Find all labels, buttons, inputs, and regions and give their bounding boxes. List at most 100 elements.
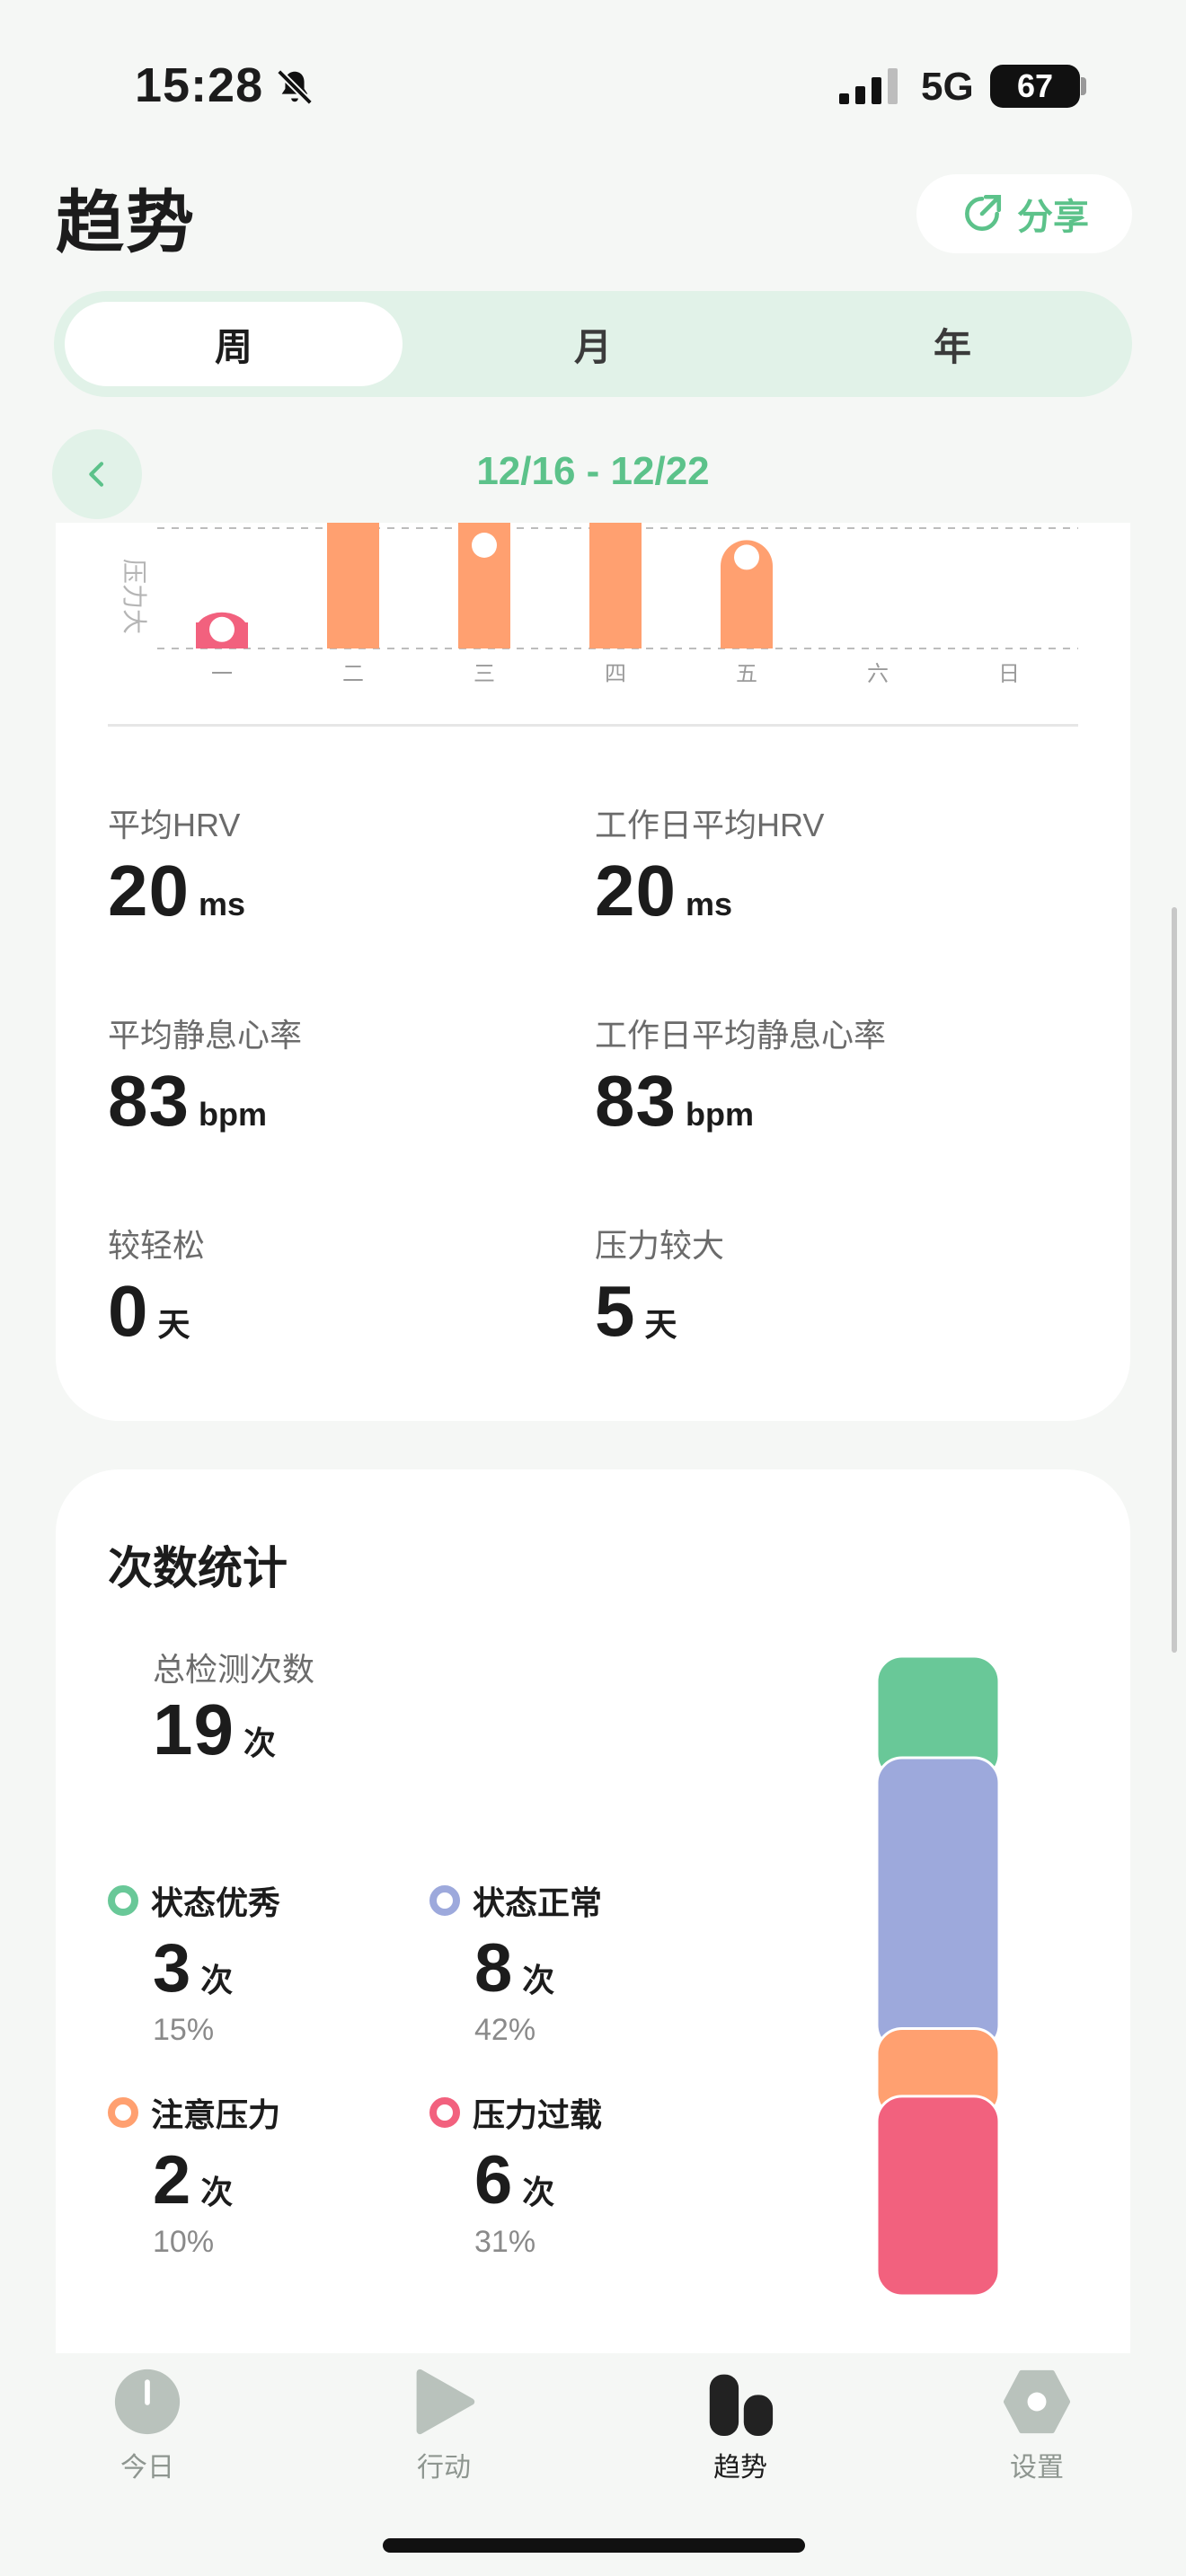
category-value: 2 (153, 2142, 192, 2219)
chart-bar-base (458, 622, 510, 648)
stat-unit: 天 (644, 1306, 677, 1343)
count-stats-title: 次数统计 (108, 1543, 288, 1593)
category-attention: 注意压力 2次 10% (108, 2089, 280, 2260)
stack-segment (875, 2095, 1001, 2298)
battery-level: 67 (1016, 67, 1054, 104)
status-dot-icon (108, 1885, 138, 1916)
relaxed-days-stat: 较轻松 0天 (108, 1220, 205, 1353)
x-tick-label: 五 (736, 662, 757, 686)
stressed-days-stat: 压力较大 5天 (595, 1220, 724, 1353)
bar-chart-icon (709, 2374, 774, 2436)
date-range: 12/16 - 12/22 (476, 449, 710, 493)
gear-icon (1003, 2369, 1071, 2434)
chart-marker (209, 616, 235, 642)
stat-value: 83 (595, 1061, 677, 1141)
total-count-value: 19 (153, 1689, 235, 1769)
divider (108, 724, 1078, 727)
category-value: 3 (153, 1930, 192, 2007)
stat-label: 平均静息心率 (108, 1017, 303, 1054)
previous-week-button[interactable] (52, 429, 142, 519)
category-percent: 15% (153, 2013, 215, 2047)
stat-value: 20 (108, 851, 190, 931)
total-count-unit: 次 (243, 1725, 276, 1761)
nav-settings[interactable]: 设置 (965, 2368, 1109, 2484)
stat-label: 压力较大 (595, 1227, 725, 1264)
share-icon (965, 194, 1002, 231)
chart-bar-base (327, 622, 379, 648)
status-dot-icon (429, 2097, 460, 2128)
share-button[interactable]: 分享 (916, 174, 1132, 253)
stat-value: 83 (108, 1061, 190, 1141)
category-percent: 31% (474, 2225, 536, 2259)
network-type: 5G (921, 65, 974, 109)
workday-avg-resting-hr-stat: 工作日平均静息心率 83 bpm (595, 1010, 886, 1142)
category-label: 状态正常 (473, 1884, 603, 1921)
bell-muted-icon (277, 69, 313, 105)
stat-label: 工作日平均HRV (595, 807, 825, 843)
tab-month[interactable]: 月 (424, 302, 762, 386)
category-percent: 42% (474, 2013, 536, 2047)
x-tick-label: 一 (211, 662, 233, 686)
nav-today[interactable]: 今日 (75, 2368, 219, 2484)
avg-hrv-stat: 平均HRV 20 ms (108, 799, 245, 932)
x-tick-label: 六 (867, 662, 889, 686)
category-percent: 10% (153, 2225, 215, 2259)
x-tick-label: 三 (474, 662, 495, 686)
stat-unit: ms (198, 886, 246, 922)
page-title: 趋势 (56, 185, 196, 261)
nav-label: 设置 (1010, 2453, 1064, 2483)
x-tick-label: 四 (605, 662, 626, 686)
tab-week[interactable]: 周 (65, 302, 403, 386)
chevron-left-icon (89, 462, 104, 487)
category-label: 压力过载 (473, 2096, 603, 2133)
signal-icon (839, 68, 898, 104)
category-normal: 状态正常 8次 42% (429, 1877, 602, 2048)
stat-value: 0 (108, 1271, 149, 1351)
count-stacked-bar (875, 1656, 1001, 2298)
status-time: 15:28 (135, 58, 264, 112)
nav-label: 趋势 (713, 2453, 767, 2483)
category-overload: 压力过载 6次 31% (429, 2089, 602, 2260)
category-unit: 次 (522, 1962, 555, 1998)
category-unit: 次 (200, 2174, 234, 2210)
category-excellent: 状态优秀 3次 15% (108, 1877, 280, 2048)
stat-value: 20 (595, 851, 677, 931)
status-dot-icon (108, 2097, 138, 2128)
chart-bar-base (721, 622, 773, 648)
stat-unit: 天 (157, 1306, 190, 1343)
y-axis-label: 压力大 (120, 559, 148, 634)
play-icon (416, 2369, 475, 2435)
chart-marker (734, 544, 759, 570)
stat-label: 较轻松 (108, 1227, 206, 1264)
chart-marker (472, 533, 497, 558)
tab-year[interactable]: 年 (783, 302, 1121, 386)
status-dot-icon (429, 1885, 460, 1916)
category-value: 6 (474, 2142, 514, 2219)
stat-value: 5 (595, 1271, 636, 1351)
nav-action[interactable]: 行动 (372, 2368, 516, 2484)
home-indicator (383, 2538, 805, 2553)
nav-label: 今日 (120, 2453, 174, 2483)
category-unit: 次 (522, 2174, 555, 2210)
nav-trends[interactable]: 趋势 (668, 2368, 812, 2484)
stat-label: 工作日平均静息心率 (595, 1017, 887, 1054)
stat-unit: bpm (198, 1096, 267, 1133)
total-count-label: 总检测次数 (153, 1651, 315, 1688)
category-value: 8 (474, 1930, 514, 2007)
scrollbar[interactable] (1172, 907, 1177, 1653)
category-label: 注意压力 (151, 2096, 281, 2133)
stack-segment (875, 1756, 1001, 2052)
category-unit: 次 (200, 1962, 234, 1998)
stress-bar-chart: 压力大一 二 三 四 五 六 日 (120, 523, 1078, 686)
battery-indicator: 67 (990, 65, 1080, 108)
category-label: 状态优秀 (151, 1884, 281, 1921)
total-count: 19 次 (153, 1689, 276, 1771)
x-tick-label: 日 (998, 662, 1020, 686)
avg-resting-hr-stat: 平均静息心率 83 bpm (108, 1010, 302, 1142)
x-tick-label: 二 (342, 662, 364, 686)
stat-unit: ms (685, 886, 733, 922)
period-tabs: 周 月 年 (54, 291, 1132, 397)
stat-unit: bpm (685, 1096, 754, 1133)
battery-tip (1081, 77, 1086, 95)
chart-bar-base (589, 622, 642, 648)
